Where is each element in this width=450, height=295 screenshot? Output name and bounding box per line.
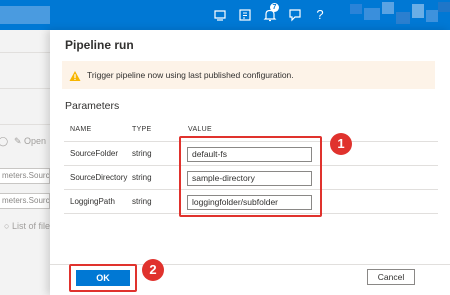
panel-title: Pipeline run (65, 38, 134, 52)
divider (0, 124, 50, 125)
divider (0, 52, 50, 53)
background-pane: ◯ ✎ Open meters.SourceF meters.SourceD ○… (0, 30, 50, 295)
top-bar: 7 ? (0, 0, 450, 30)
feedback-icon[interactable] (287, 7, 303, 23)
column-header-value: VALUE (188, 126, 212, 133)
edit-icon: ✎ (14, 136, 25, 146)
source-folder-expression[interactable]: meters.SourceF (0, 168, 50, 184)
notification-count-badge: 7 (270, 3, 279, 12)
callout-highlight-values (179, 136, 322, 217)
param-name: SourceDirectory (70, 173, 128, 182)
ok-button[interactable]: OK (76, 270, 130, 286)
cancel-button[interactable]: Cancel (367, 269, 415, 285)
param-type: string (132, 197, 152, 206)
list-of-files-option[interactable]: ○ List of file (4, 221, 50, 231)
warning-icon (69, 69, 81, 81)
directory-switch-icon[interactable] (237, 7, 253, 23)
warning-text: Trigger pipeline now using last publishe… (87, 70, 294, 80)
param-type: string (132, 149, 152, 158)
column-header-type: TYPE (132, 126, 152, 133)
param-name: LoggingPath (70, 197, 115, 206)
param-type: string (132, 173, 152, 182)
divider (0, 88, 50, 89)
toolbar-fragment: ◯ (0, 136, 9, 146)
search-box[interactable] (0, 6, 50, 24)
radio-icon: ○ (4, 221, 12, 231)
parameters-heading: Parameters (65, 100, 120, 112)
callout-number-1: 1 (330, 133, 352, 155)
account-avatar[interactable] (350, 2, 450, 28)
cloud-shell-icon[interactable] (212, 7, 228, 23)
warning-banner: Trigger pipeline now using last publishe… (62, 61, 435, 89)
column-header-name: NAME (70, 126, 92, 133)
param-name: SourceFolder (70, 149, 119, 158)
open-link[interactable]: ✎ Open (14, 136, 46, 147)
callout-number-2: 2 (142, 259, 164, 281)
pipeline-run-panel: Pipeline run Trigger pipeline now using … (50, 30, 450, 295)
help-icon[interactable]: ? (312, 7, 328, 23)
source-directory-expression[interactable]: meters.SourceD (0, 193, 50, 209)
